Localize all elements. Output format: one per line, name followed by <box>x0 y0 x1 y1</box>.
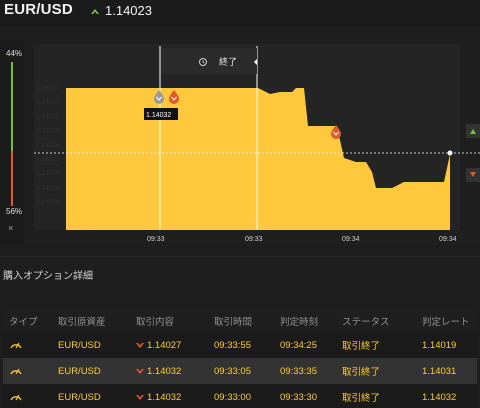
y-tick-label: 1.14030 <box>36 99 60 106</box>
content-value: 1.14027 <box>147 339 182 351</box>
y-tick-label: 1.14032 <box>36 85 60 92</box>
rate-cell: 1.14019 <box>422 339 457 351</box>
x-axis-ticks: 09:33 09:33 09:34 09:34 <box>147 236 457 243</box>
rate-cell: 1.14031 <box>422 365 457 377</box>
judge-time-cell: 09:34:25 <box>280 339 317 351</box>
col-status: ステータス <box>342 316 390 328</box>
y-tick-label: 1.14026 <box>36 128 60 135</box>
judge-time-cell: 09:33:30 <box>280 391 317 403</box>
expiry-box <box>161 48 257 74</box>
current-price: 1.14023 <box>105 3 152 18</box>
y-tick-label: 1.14028 <box>36 113 60 120</box>
y-tick-label: 1.14022 <box>36 156 60 163</box>
rate-cell: 1.14032 <box>422 391 457 403</box>
status-cell: 取引終了 <box>342 367 381 378</box>
gauge-icon <box>3 391 48 404</box>
col-type: タイプ <box>9 316 38 328</box>
asset-cell: EUR/USD <box>58 391 101 403</box>
table-row[interactable]: EUR/USD 1.14032 09:33:05 09:33:35 取引終了 1.1403… <box>3 358 477 384</box>
x-tick-label: 09:33 <box>147 236 165 243</box>
content-value: 1.14032 <box>147 391 182 403</box>
top-bar: EUR/USD 1.14023 <box>0 0 480 26</box>
divider <box>0 256 480 257</box>
status-cell: 取引終了 <box>342 341 381 352</box>
y-tick-label: 1.14024 <box>36 142 60 149</box>
col-asset: 取引原資産 <box>58 316 106 328</box>
down-arrow-icon <box>136 368 144 374</box>
x-tick-label: 09:33 <box>245 236 263 243</box>
content-cell: 1.14032 <box>125 392 202 403</box>
up-ratio-bar <box>11 62 13 151</box>
time-cell: 09:33:55 <box>214 339 251 351</box>
gauge-icon <box>3 365 48 378</box>
col-rate: 判定レート <box>422 316 470 328</box>
down-ratio-bar <box>11 151 13 206</box>
current-price-dot <box>447 150 453 156</box>
status-cell: 取引終了 <box>342 393 381 404</box>
asset-cell: EUR/USD <box>58 365 101 377</box>
content-cell: 1.14027 <box>125 340 202 351</box>
price-tooltip-label: 1.14032 <box>146 112 171 119</box>
col-judge-time: 判定時刻 <box>280 316 319 328</box>
side-bottom-percent: 56% <box>6 207 22 216</box>
options-table: タイプ 取引原資産 取引内容 取引時間 判定時刻 ステータス 判定レート EUR… <box>3 309 477 408</box>
x-tick-label: 09:34 <box>439 236 457 243</box>
asset-cell: EUR/USD <box>58 339 101 351</box>
expiry-label: 終了 <box>219 56 237 67</box>
time-cell: 09:33:00 <box>214 391 251 403</box>
right-up-marker-icon <box>466 124 480 138</box>
col-content: 取引内容 <box>136 316 175 328</box>
y-axis-ticks: 1.14032 1.14030 1.14028 1.14026 1.14024 1.140… <box>36 85 60 206</box>
down-arrow-icon <box>136 342 144 348</box>
content-cell: 1.14032 <box>125 366 202 377</box>
y-tick-label: 1.14020 <box>36 170 60 177</box>
table-header: タイプ 取引原資産 取引内容 取引時間 判定時刻 ステータス 判定レート <box>3 309 477 332</box>
y-tick-label: 1.14016 <box>36 199 60 206</box>
content-value: 1.14032 <box>147 365 182 377</box>
y-tick-label: 1.14018 <box>36 184 60 191</box>
x-tick-label: 09:34 <box>342 236 360 243</box>
chart-svg: 44% 56% × 1.140321.140301.140281.140261.… <box>0 40 480 246</box>
gauge-icon <box>3 339 48 352</box>
table-row[interactable]: EUR/USD 1.14027 09:33:55 09:34:25 取引終了 1.1401… <box>3 332 477 358</box>
price-chart[interactable]: 44% 56% × 1.14032 1.14030 1.14028 1.14026 1.… <box>0 40 480 246</box>
side-top-percent: 44% <box>6 49 22 58</box>
right-down-marker-icon <box>466 168 480 182</box>
down-arrow-icon <box>136 394 144 400</box>
up-arrow-icon <box>91 9 99 14</box>
currency-pair-title: EUR/USD <box>4 1 73 18</box>
close-icon[interactable]: × <box>8 223 13 233</box>
judge-time-cell: 09:33:35 <box>280 365 317 377</box>
table-row[interactable]: EUR/USD 1.14032 09:33:00 09:33:30 取引終了 1.1403… <box>3 384 477 408</box>
time-cell: 09:33:05 <box>214 365 251 377</box>
col-time: 取引時間 <box>214 316 253 328</box>
section-title: 購入オプション詳細 <box>3 271 93 282</box>
